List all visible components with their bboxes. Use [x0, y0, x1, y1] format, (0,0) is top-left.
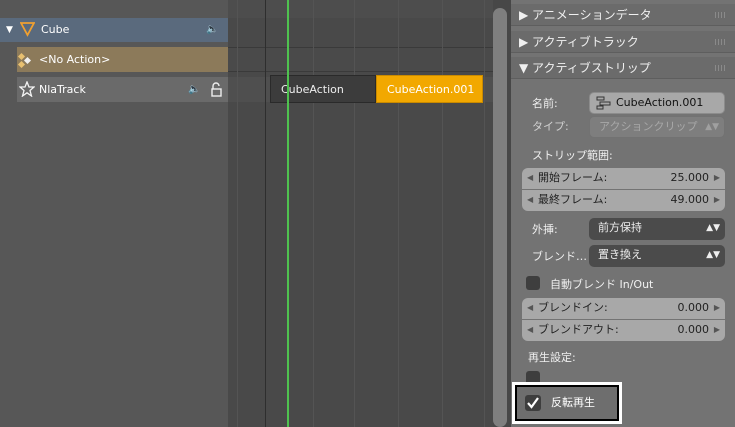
- drag-grip-icon[interactable]: [715, 65, 727, 71]
- name-label: 名前:: [532, 97, 558, 110]
- end-frame-value: 49.000: [670, 193, 710, 206]
- end-frame-label: 最終フレーム:: [538, 193, 608, 206]
- select-arrows-icon: ▲▼: [705, 122, 719, 132]
- blend-label: ブレンド…: [532, 250, 587, 263]
- channel-track-row[interactable]: NlaTrack 🔈: [17, 77, 228, 102]
- grid-line: [313, 0, 314, 427]
- object-mesh-icon: [19, 21, 36, 37]
- nla-strip-cubeaction[interactable]: CubeAction: [270, 75, 376, 103]
- blend-in-label: ブレンドイン:: [538, 301, 608, 314]
- strip-name-field[interactable]: CubeAction.001: [589, 92, 725, 114]
- channel-header: [0, 0, 228, 18]
- start-frame-label: 開始フレーム:: [538, 171, 608, 184]
- decrement-arrow-icon[interactable]: ◀: [527, 298, 533, 318]
- section-active-strip[interactable]: ▼ アクティブストリップ: [511, 57, 735, 79]
- nla-strip-cubeaction-001[interactable]: CubeAction.001: [376, 75, 483, 103]
- grid-line: [484, 0, 485, 427]
- drag-grip-icon[interactable]: [715, 12, 727, 18]
- section-animation-data[interactable]: ▶ アニメーションデータ: [511, 4, 735, 26]
- start-frame-field[interactable]: ◀ 開始フレーム: 25.000 ▶: [522, 168, 725, 189]
- grid-line: [237, 0, 238, 427]
- end-frame-field[interactable]: ◀ 最終フレーム: 49.000 ▶: [522, 190, 725, 211]
- timeline-action-band: [228, 47, 493, 72]
- channel-list: ▼ Cube 🔈 <No Action> NlaTrack 🔈: [0, 0, 228, 427]
- channel-object-row[interactable]: ▼ Cube 🔈: [0, 18, 228, 42]
- channel-action-row[interactable]: <No Action>: [17, 47, 228, 72]
- blend-value: 置き換え: [598, 248, 642, 261]
- track-name-label: NlaTrack: [39, 83, 86, 96]
- decrement-arrow-icon[interactable]: ◀: [527, 320, 533, 340]
- object-name-label: Cube: [41, 23, 70, 36]
- checkmark-icon: [527, 397, 539, 409]
- extrapolation-value: 前方保持: [598, 221, 642, 234]
- blend-in-value: 0.000: [677, 301, 710, 314]
- blend-select[interactable]: 置き換え ▲▼: [589, 245, 725, 267]
- expand-triangle-icon[interactable]: ▼: [6, 23, 13, 37]
- blend-out-field[interactable]: ◀ ブレンドアウト: 0.000 ▶: [522, 320, 725, 341]
- increment-arrow-icon[interactable]: ▶: [714, 320, 720, 340]
- track-mute-speaker-icon[interactable]: 🔈: [188, 83, 200, 97]
- strip-range-label: ストリップ範囲:: [532, 149, 613, 162]
- grid-line: [354, 0, 355, 427]
- grid-line: [398, 0, 399, 427]
- blend-in-field[interactable]: ◀ ブレンドイン: 0.000 ▶: [522, 298, 725, 319]
- increment-arrow-icon[interactable]: ▶: [714, 168, 720, 188]
- action-keyframes-icon: [17, 52, 33, 69]
- timeline-scrollbar[interactable]: [493, 8, 507, 427]
- reverse-playback-checkbox[interactable]: [525, 395, 541, 411]
- reverse-playback-label: 反転再生: [551, 396, 595, 409]
- playback-settings-label: 再生設定:: [528, 351, 576, 364]
- type-label: タイプ:: [532, 120, 569, 133]
- auto-blend-checkbox[interactable]: [526, 276, 540, 290]
- increment-arrow-icon[interactable]: ▶: [714, 298, 720, 318]
- strip-type-value: アクションクリップ: [599, 120, 698, 133]
- nla-timeline[interactable]: CubeAction CubeAction.001: [228, 0, 493, 427]
- grid-line: [265, 0, 266, 427]
- timeline-top-band: [228, 0, 493, 18]
- blend-out-label: ブレンドアウト:: [538, 323, 619, 336]
- section-active-strip-label: ▼ アクティブストリップ: [519, 61, 651, 75]
- decrement-arrow-icon[interactable]: ◀: [527, 168, 533, 188]
- auto-blend-label: 自動ブレンド In/Out: [550, 278, 654, 291]
- no-action-label: <No Action>: [39, 53, 111, 66]
- start-frame-value: 25.000: [670, 171, 710, 184]
- decrement-arrow-icon[interactable]: ◀: [527, 190, 533, 210]
- select-arrows-icon: ▲▼: [706, 223, 720, 233]
- strip-name-value: CubeAction.001: [616, 96, 704, 109]
- section-animation-data-label: ▶ アニメーションデータ: [519, 8, 652, 22]
- grid-line: [442, 0, 443, 427]
- blend-out-value: 0.000: [677, 323, 710, 336]
- drag-grip-icon[interactable]: [715, 39, 727, 45]
- current-frame-line[interactable]: [287, 0, 289, 427]
- highlight-frame: 反転再生: [512, 382, 622, 424]
- nla-strip-icon: [596, 96, 611, 110]
- mute-speaker-icon[interactable]: 🔈: [206, 23, 218, 37]
- increment-arrow-icon[interactable]: ▶: [714, 190, 720, 210]
- track-star-icon[interactable]: [18, 80, 36, 98]
- reverse-playback-row[interactable]: 反転再生: [517, 387, 617, 419]
- section-active-track-label: ▶ アクティブトラック: [519, 35, 639, 49]
- section-active-track[interactable]: ▶ アクティブトラック: [511, 31, 735, 53]
- extrapolation-label: 外挿:: [532, 223, 558, 236]
- select-arrows-icon: ▲▼: [706, 250, 720, 260]
- extrapolation-select[interactable]: 前方保持 ▲▼: [589, 218, 725, 240]
- strip-type-select: アクションクリップ ▲▼: [589, 116, 725, 138]
- track-lock-icon[interactable]: [210, 82, 224, 98]
